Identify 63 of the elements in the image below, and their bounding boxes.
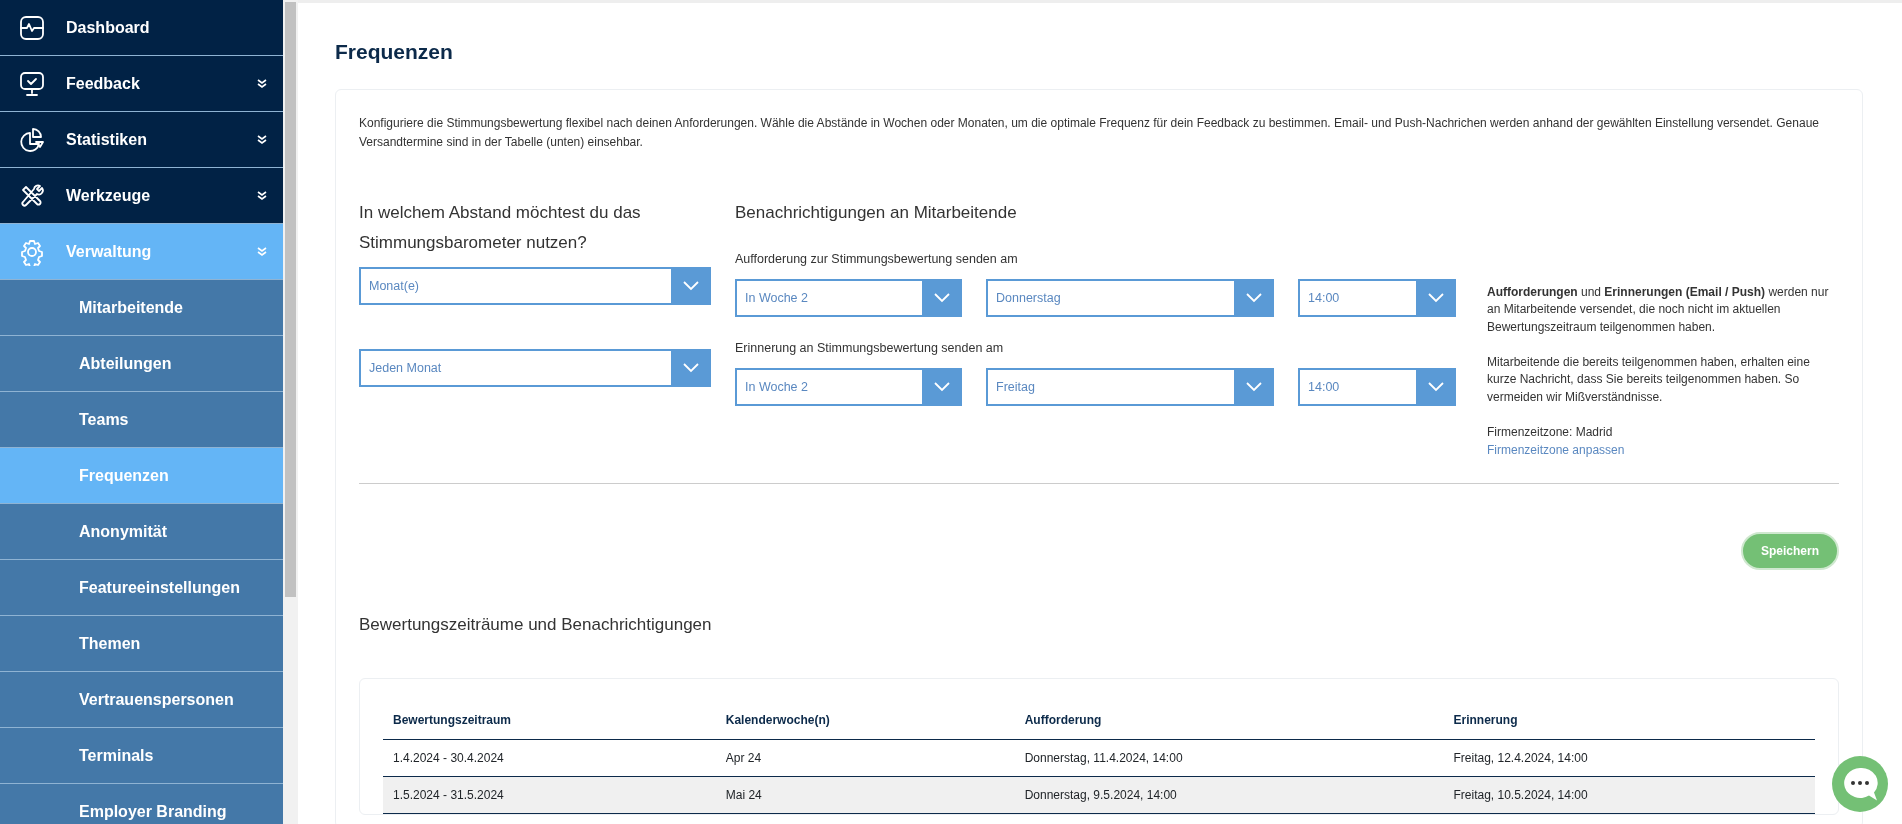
- dropdown[interactable]: Freitag: [986, 367, 1274, 406]
- section-heading: Bewertungszeiträume und Benachrichtigungen: [359, 614, 713, 636]
- column-header: Erinnerung: [1443, 700, 1815, 739]
- chevron-down-icon: [922, 367, 962, 406]
- chevron-down-icon: [1416, 279, 1456, 318]
- chevron-down-icon: [1416, 367, 1456, 406]
- table-cell: Donnerstag, 9.5.2024, 14:00: [1014, 776, 1444, 813]
- sidebar-item[interactable]: Dashboard: [0, 0, 283, 56]
- column-header: Aufforderung: [1014, 700, 1444, 739]
- dropdown[interactable]: 14:00: [1298, 367, 1456, 406]
- description-text: Konfiguriere die Stimmungsbewertung flexibel nach deinen Anforderungen. Wähle die Abstände in Wochen oder Monaten, um die optimale Frequenz für dein Feedback zu bestimmen. Email- und Push-Nachrichen werden anhand der gewählten Einstellung versendet. Genaue Versandtermine sind in der Tabelle (unten) einsehbar.: [359, 114, 1820, 151]
- timezone-link[interactable]: Firmenzeitzone anpassen: [1487, 442, 1625, 457]
- sidebar-subitem[interactable]: Teams: [0, 392, 283, 448]
- column-header: Kalenderwoche(n): [715, 700, 1015, 739]
- chevron-down-icon: [671, 267, 711, 306]
- column-header: Bewertungszeitraum: [383, 700, 716, 739]
- dropdown[interactable]: Jeden Monat: [359, 349, 711, 388]
- page-title: Frequenzen: [335, 39, 454, 65]
- table-cell: 1.4.2024 - 30.4.2024: [383, 739, 716, 776]
- chevron-down-icon: [922, 279, 962, 318]
- dropdown[interactable]: Monat(e): [359, 267, 711, 306]
- table-cell: Apr 24: [715, 739, 1015, 776]
- sidebar-subitem[interactable]: Abteilungen: [0, 336, 283, 392]
- chat-button[interactable]: [1832, 756, 1888, 812]
- table-cell: Mai 24: [715, 776, 1015, 813]
- chevron-down-icon: [671, 349, 711, 388]
- chat-icon: [1841, 766, 1879, 802]
- info-text: Aufforderungen und Erinnerungen (Email / Push) werden nur an Mitarbeitende versendet, die noch nicht im aktuellen Bewertungszeitraum teilgenommen haben.: [1487, 283, 1830, 336]
- dropdown[interactable]: In Woche 2: [735, 367, 962, 406]
- sidebar-subitem[interactable]: Anonymität: [0, 504, 283, 560]
- sidebar-subitem[interactable]: Featureeinstellungen: [0, 560, 283, 616]
- sidebar-subitem[interactable]: Terminals: [0, 728, 283, 784]
- sidebar-subitem[interactable]: Themen: [0, 616, 283, 672]
- pie-chart-icon: [18, 125, 46, 154]
- double-chevron-icon: [257, 190, 267, 201]
- pulse-icon: [18, 13, 46, 42]
- double-chevron-icon: [257, 78, 267, 89]
- section-heading: In welchem Abstand möchtest du das Stimmungsbarometer nutzen?: [359, 201, 642, 255]
- table-cell: Freitag, 10.5.2024, 14:00: [1443, 776, 1815, 813]
- sidebar-subitem[interactable]: Vertrauenspersonen: [0, 672, 283, 728]
- sidebar-item[interactable]: Feedback: [0, 56, 283, 112]
- double-chevron-icon: [257, 134, 267, 145]
- gear-icon: [18, 237, 46, 266]
- section-heading: Benachrichtigungen an Mitarbeitende: [735, 201, 1018, 224]
- chevron-down-icon: [1234, 279, 1274, 318]
- sidebar-subitem[interactable]: Employer Branding: [0, 784, 283, 824]
- sidebar-subitem[interactable]: Mitarbeitende: [0, 280, 283, 336]
- info-text: Mitarbeitende die bereits teilgenommen haben, erhalten eine kurze Nachricht, dass Sie bereits teilgenommen haben. So vermeiden wir Mißverständnisse.: [1487, 354, 1811, 406]
- table-cell: 1.5.2024 - 31.5.2024: [383, 776, 716, 813]
- timezone-text: Firmenzeitzone: Madrid: [1487, 424, 1614, 442]
- dropdown[interactable]: Donnerstag: [986, 279, 1274, 318]
- dropdown[interactable]: 14:00: [1298, 279, 1456, 318]
- sidebar-item[interactable]: Statistiken: [0, 112, 283, 168]
- table-cell: Freitag, 12.4.2024, 14:00: [1443, 739, 1815, 776]
- monitor-check-icon: [18, 69, 46, 98]
- field-label: Erinnerung an Stimmungsbewertung senden am: [735, 340, 1005, 358]
- chevron-down-icon: [1234, 367, 1274, 406]
- table-cell: Donnerstag, 11.4.2024, 14:00: [1014, 739, 1444, 776]
- sidebar-item[interactable]: Werkzeuge: [0, 168, 283, 224]
- double-chevron-icon: [257, 246, 267, 257]
- field-label: Aufforderung zur Stimmungsbewertung senden am: [735, 251, 1019, 269]
- dropdown[interactable]: In Woche 2: [735, 279, 962, 318]
- scrollbar[interactable]: [283, 0, 298, 824]
